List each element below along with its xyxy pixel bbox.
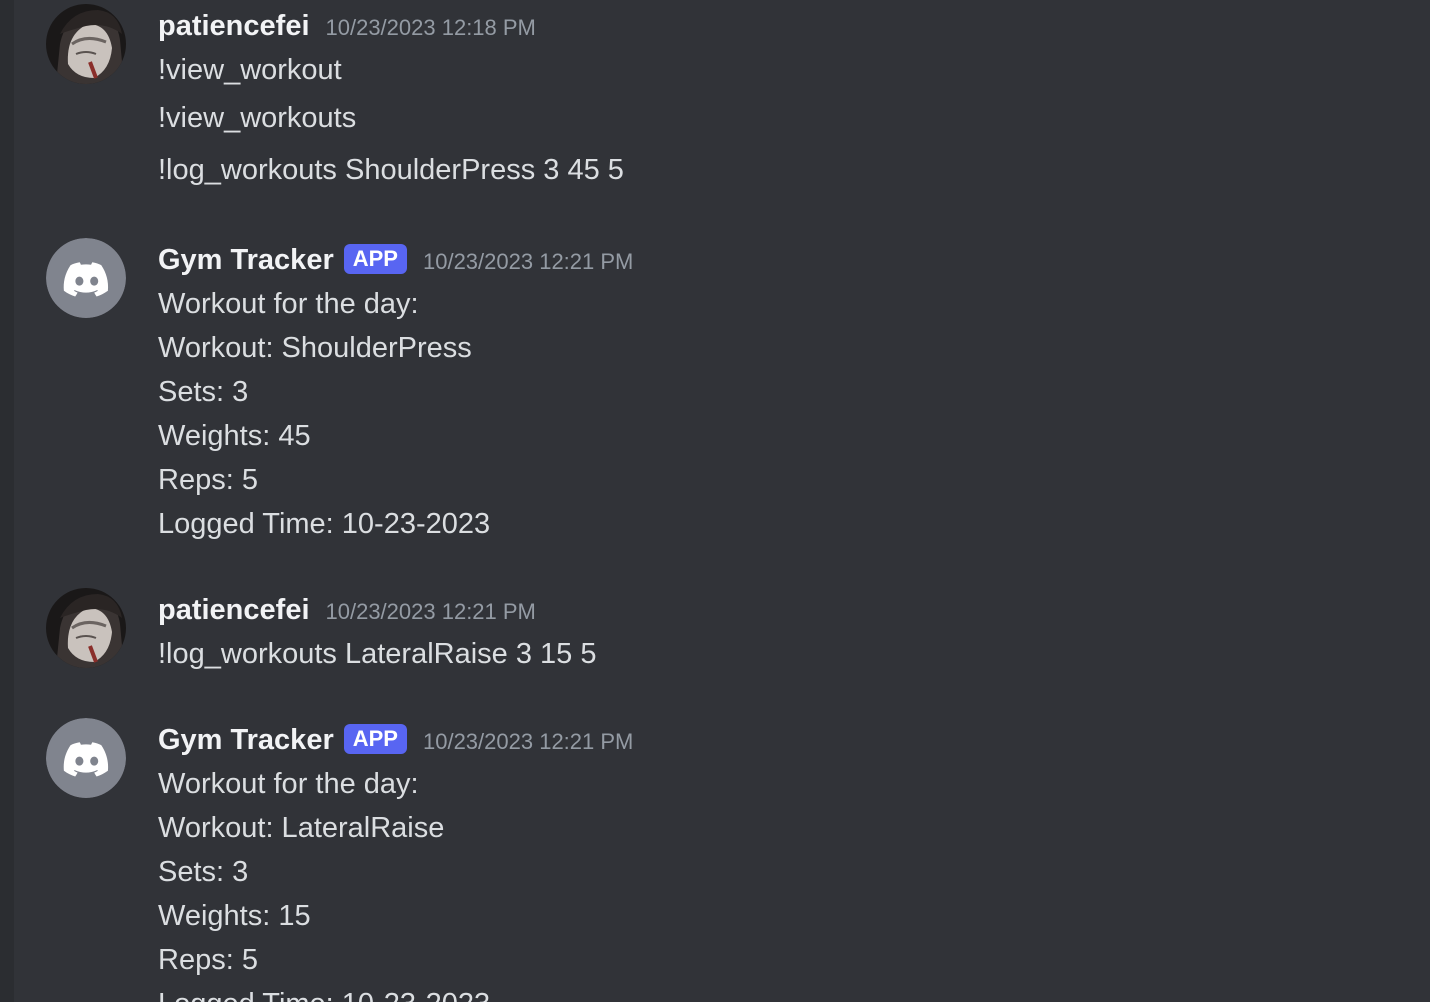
message-author[interactable]: Gym Tracker — [158, 718, 334, 762]
message-text: Workout: ShoulderPress — [158, 332, 472, 364]
message-timestamp: 10/23/2023 12:21 PM — [325, 599, 536, 624]
message-timestamp: 10/23/2023 12:18 PM — [325, 15, 536, 40]
message-text: !log_workouts LateralRaise 3 15 5 — [158, 638, 597, 670]
message-text: Weights: 45 — [158, 420, 311, 452]
message-text: Reps: 5 — [158, 944, 258, 976]
discord-bot-icon[interactable] — [46, 238, 126, 318]
message-text: Sets: 3 — [158, 856, 249, 888]
message-text: Sets: 3 — [158, 376, 249, 408]
message-author[interactable]: Gym Tracker — [158, 238, 334, 282]
message-text: !log_workouts ShoulderPress 3 45 5 — [158, 154, 624, 186]
user-avatar[interactable] — [46, 588, 126, 668]
discord-bot-icon[interactable] — [46, 718, 126, 798]
chat-message-list: patiencefei 10/23/2023 12:18 PM !view_wo… — [0, 0, 1430, 1002]
message-text: Workout for the day: — [158, 768, 419, 800]
sidebar-edge — [0, 0, 14, 1002]
message-timestamp: 10/23/2023 12:21 PM — [422, 729, 634, 754]
user-avatar[interactable] — [46, 4, 126, 84]
message-text: Weights: 15 — [158, 900, 311, 932]
app-badge: APP — [343, 724, 407, 754]
message-author[interactable]: patiencefei — [158, 4, 310, 48]
message-text: Workout for the day: — [158, 288, 419, 320]
message-text: Workout: LateralRaise — [158, 812, 445, 844]
message-text: Logged Time: 10-23-2023 — [158, 508, 491, 540]
message-timestamp: 10/23/2023 12:21 PM — [422, 249, 634, 274]
message-text: !view_workout — [158, 54, 342, 86]
message-text: !view_workouts — [158, 102, 357, 134]
app-badge: APP — [343, 244, 407, 274]
message-author[interactable]: patiencefei — [158, 588, 310, 632]
message-text: Reps: 5 — [158, 464, 258, 496]
message-text: Logged Time: 10-23-2023 — [158, 982, 1430, 1002]
